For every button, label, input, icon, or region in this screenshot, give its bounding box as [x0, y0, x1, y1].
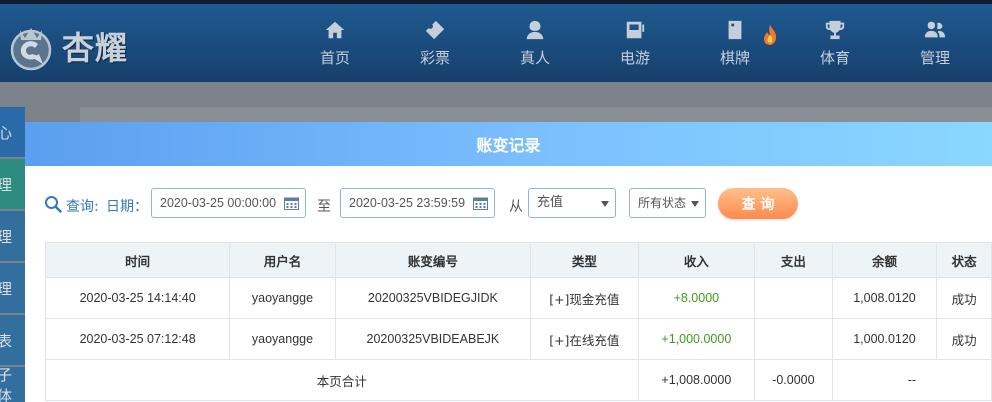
sidebar-item-manage-2[interactable]: 理 — [0, 211, 25, 261]
content-top-strip — [80, 107, 992, 122]
summary-income: +1,008.0000 — [637, 359, 756, 401]
from-label: 从 — [509, 199, 523, 215]
column-header: 用户名 — [229, 242, 336, 278]
column-header: 时间 — [44, 242, 231, 278]
calendar-icon[interactable] — [284, 196, 299, 210]
sidebar-item-sub-account[interactable]: 子体 — [0, 367, 25, 402]
table-row[interactable]: 2020-03-25 14:14:40 yaoyangge 20200325VB… — [44, 277, 992, 319]
brand-name: 杏耀 — [62, 29, 129, 67]
sub-header-bar — [0, 82, 992, 107]
type-cell: [+]在线充值 — [530, 318, 639, 360]
time-cell: 2020-03-25 14:14:40 — [44, 277, 231, 319]
column-header: 账变编号 — [334, 242, 532, 278]
column-header: 收入 — [637, 242, 756, 278]
nav-item-manage[interactable]: 管理 — [885, 4, 985, 82]
slot-machine-icon — [626, 21, 645, 38]
nav-item-home[interactable]: 首页 — [285, 4, 385, 82]
nav-label: 彩票 — [419, 48, 450, 67]
username-cell: yaoyangge — [229, 318, 336, 360]
search-icon — [45, 196, 62, 213]
username-cell: yaoyangge — [229, 277, 336, 319]
top-navbar: 杏耀 首页 彩票 真人 电游 棋牌 体育 管理 — [0, 0, 992, 82]
live-dealer-icon — [526, 20, 544, 39]
nav-item-sports[interactable]: 体育 — [785, 4, 885, 82]
summary-row: 本页合计 +1,008.0000 -0.0000 -- — [45, 359, 992, 401]
home-icon — [325, 21, 345, 38]
nav-label: 真人 — [519, 48, 550, 67]
dropdown-caret-icon — [691, 201, 699, 207]
nav-item-live[interactable]: 真人 — [485, 4, 585, 82]
nav-label: 棋牌 — [719, 48, 750, 67]
sidebar-item-manage-3[interactable]: 理 — [0, 263, 25, 313]
status-cell: 成功 — [936, 318, 992, 360]
lottery-ticket-icon — [425, 20, 445, 39]
column-header: 支出 — [754, 242, 833, 278]
trophy-icon — [825, 20, 845, 39]
table-header-row: 时间 用户名 账变编号 类型 收入 支出 余额 状态 — [44, 242, 992, 278]
status-cell: 成功 — [936, 277, 992, 319]
users-icon — [924, 21, 946, 37]
nav-label: 首页 — [319, 48, 350, 67]
nav-label: 电游 — [619, 48, 650, 67]
table-row[interactable]: 2020-03-25 07:12:48 yaoyangge 20200325VB… — [44, 318, 992, 360]
nav-label: 体育 — [819, 48, 850, 67]
brand-logo[interactable]: 杏耀 — [6, 14, 128, 78]
nav-item-slots[interactable]: 电游 — [585, 4, 685, 82]
end-date-input[interactable]: 2020-03-25 23:59:59 — [340, 188, 495, 218]
calendar-icon[interactable] — [473, 196, 488, 210]
dropdown-caret-icon — [601, 201, 609, 207]
summary-label: 本页合计 — [45, 359, 639, 401]
income-cell: +8.0000 — [637, 277, 756, 319]
nav-label: 管理 — [919, 48, 950, 67]
transaction-id-cell: 20200325VBIDEGJIDK — [334, 277, 532, 319]
query-label: 查询: — [66, 199, 99, 215]
sidebar-item-report[interactable]: 表 — [0, 315, 25, 365]
summary-expense: -0.0000 — [754, 359, 833, 401]
records-table: 时间 用户名 账变编号 类型 收入 支出 余额 状态 2020-03-25 14… — [44, 242, 992, 401]
column-header: 类型 — [530, 242, 639, 278]
query-button[interactable]: 查 询 — [718, 188, 798, 219]
balance-cell: 1,000.0120 — [831, 318, 938, 360]
nav-item-cards[interactable]: 棋牌 — [685, 4, 785, 82]
hot-flame-icon — [764, 25, 777, 45]
balance-cell: 1,008.0120 — [831, 277, 938, 319]
type-select[interactable]: 充值 — [528, 188, 616, 218]
column-header: 余额 — [831, 242, 938, 278]
column-header: 状态 — [936, 242, 992, 278]
card-game-icon — [728, 20, 742, 39]
modal-header: 账变记录 — [25, 122, 992, 166]
main-nav: 首页 彩票 真人 电游 棋牌 体育 管理 — [285, 4, 985, 82]
expense-cell — [754, 277, 833, 319]
type-cell: [+]现金充值 — [530, 277, 639, 319]
transaction-id-cell: 20200325VBIDEABEJK — [334, 318, 532, 360]
query-toolbar: 查询: 日期： 2020-03-25 00:00:00 至 2020-03-25… — [25, 188, 992, 220]
transaction-records-modal: 账变记录 查询: 日期： 2020-03-25 00:00:00 至 2020-… — [25, 122, 992, 402]
time-cell: 2020-03-25 07:12:48 — [44, 318, 231, 360]
income-cell: +1,000.0000 — [637, 318, 756, 360]
summary-balance: -- — [831, 359, 992, 401]
status-select[interactable]: 所有状态 — [629, 188, 706, 218]
expense-cell — [754, 318, 833, 360]
to-label: 至 — [317, 199, 331, 215]
modal-title: 账变记录 — [476, 136, 541, 155]
logo-emblem-icon — [10, 28, 52, 71]
sidebar-item-manage-1[interactable]: 理 — [0, 159, 25, 209]
start-date-input[interactable]: 2020-03-25 00:00:00 — [151, 188, 306, 218]
date-label: 日期： — [106, 199, 148, 215]
sidebar-item-center[interactable]: 心 — [0, 107, 25, 157]
nav-item-lottery[interactable]: 彩票 — [385, 4, 485, 82]
